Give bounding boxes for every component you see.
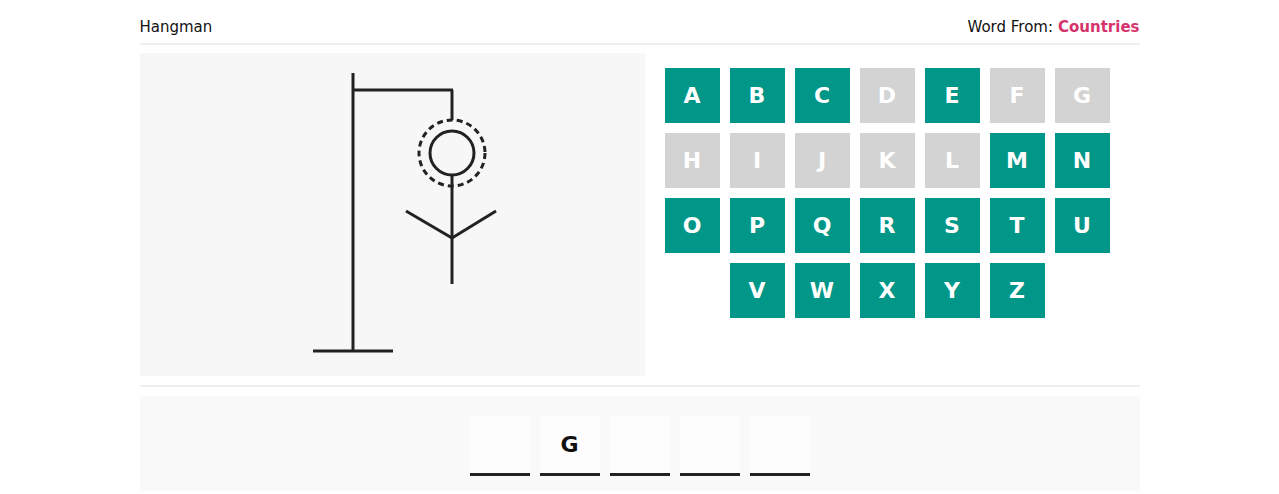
word: G <box>140 396 1140 491</box>
letter-key: J <box>795 133 850 188</box>
letter-key[interactable]: A <box>665 68 720 123</box>
letter-slot <box>750 416 810 476</box>
right-arm <box>452 211 496 238</box>
letter-key[interactable]: Z <box>990 263 1045 318</box>
letter-slot <box>470 416 530 476</box>
body <box>450 175 453 284</box>
letter-key[interactable]: X <box>860 263 915 318</box>
category-name: Countries <box>1058 18 1139 36</box>
main: ABCDEFG HIJKLMN OPQRSTU VWXYZ <box>140 53 1140 376</box>
letter-slot <box>680 416 740 476</box>
letter-key: K <box>860 133 915 188</box>
letter-key[interactable]: O <box>665 198 720 253</box>
gallows <box>313 73 453 351</box>
letter-key[interactable]: W <box>795 263 850 318</box>
letter-key[interactable]: R <box>860 198 915 253</box>
page: HangmanWord From:CountriesABCDEFGHIJKLMN… <box>140 0 1140 491</box>
letter-key: F <box>990 68 1045 123</box>
header: Hangman Word From:Countries <box>140 0 1140 45</box>
letter-key[interactable]: T <box>990 198 1045 253</box>
hangman-figure <box>140 53 645 376</box>
letter-key: D <box>860 68 915 123</box>
category: Word From:Countries <box>967 18 1139 36</box>
letter-key: I <box>730 133 785 188</box>
letter-key[interactable]: V <box>730 263 785 318</box>
letter-key[interactable]: B <box>730 68 785 123</box>
letter-key[interactable]: E <box>925 68 980 123</box>
letter-key[interactable]: N <box>1055 133 1110 188</box>
letter-slot <box>610 416 670 476</box>
letter-key: G <box>1055 68 1110 123</box>
letter-key[interactable]: Q <box>795 198 850 253</box>
letter-key[interactable]: C <box>795 68 850 123</box>
head <box>430 131 474 175</box>
left-arm <box>406 211 452 238</box>
letter-slot: G <box>540 416 600 476</box>
keyboard: ABCDEFG HIJKLMN OPQRSTU VWXYZ <box>645 53 1110 376</box>
divider <box>140 385 1140 387</box>
stage <box>140 53 645 376</box>
letter-key[interactable]: M <box>990 133 1045 188</box>
letter-key[interactable]: P <box>730 198 785 253</box>
letter-key[interactable]: Y <box>925 263 980 318</box>
letter-key[interactable]: U <box>1055 198 1110 253</box>
letter-key[interactable]: S <box>925 198 980 253</box>
letter-key: H <box>665 133 720 188</box>
title: Hangman <box>140 18 213 36</box>
letter-key: L <box>925 133 980 188</box>
